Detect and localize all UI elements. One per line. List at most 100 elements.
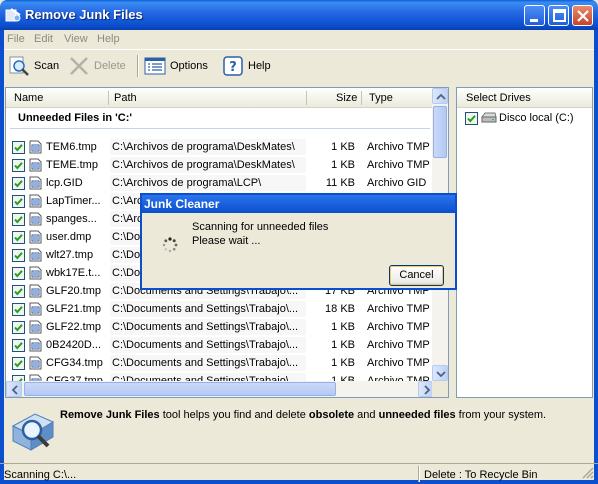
toolbar-separator xyxy=(137,55,139,77)
file-name: GLF21.tmp xyxy=(46,303,102,315)
column-separator[interactable] xyxy=(306,91,307,105)
checkbox-checked-icon[interactable] xyxy=(12,321,25,334)
checkbox-checked-icon[interactable] xyxy=(465,112,478,125)
table-row[interactable]: GLF21.tmp C:\Documents and Settings\Traba… xyxy=(6,300,434,318)
checkbox-checked-icon[interactable] xyxy=(12,213,25,226)
menu-help[interactable]: Help xyxy=(97,33,120,45)
drives-header-label: Select Drives xyxy=(466,92,531,104)
svg-text:?: ? xyxy=(229,60,237,75)
checkbox-checked-icon[interactable] xyxy=(12,231,25,244)
file-icon xyxy=(29,266,42,280)
table-row[interactable]: TEME.tmp C:\Archivos de programa\DeskMate… xyxy=(6,156,434,174)
app-icon xyxy=(5,8,21,22)
file-path: C:\Documents and Settings\Trabajo\... xyxy=(110,355,306,371)
checkbox-checked-icon[interactable] xyxy=(12,267,25,280)
magnifier-icon xyxy=(9,56,29,76)
vertical-scroll-thumb[interactable] xyxy=(433,106,447,158)
info-part: and xyxy=(354,409,379,421)
file-type: Archivo TMP xyxy=(367,141,430,153)
group-divider xyxy=(10,128,430,129)
file-name: GLF22.tmp xyxy=(46,321,102,333)
column-separator[interactable] xyxy=(361,91,362,105)
horizontal-scroll-thumb[interactable] xyxy=(24,382,336,396)
minimize-icon xyxy=(530,19,538,22)
scanning-dialog: Junk Cleaner Scanning for unneeded files… xyxy=(140,193,457,290)
close-button[interactable] xyxy=(572,5,593,26)
status-scanning: Scanning C:\... xyxy=(4,469,77,481)
file-size: 1 KB xyxy=(331,339,355,351)
checkbox-checked-icon[interactable] xyxy=(12,177,25,190)
file-type: Archivo GID xyxy=(367,177,427,189)
chevron-down-icon xyxy=(436,371,446,378)
table-row[interactable]: CFG34.tmp C:\Documents and Settings\Traba… xyxy=(6,354,434,372)
file-icon xyxy=(29,338,42,352)
file-size: 11 KB xyxy=(325,177,355,189)
file-name: GLF20.tmp xyxy=(46,285,102,297)
delete-button[interactable]: Delete xyxy=(68,53,126,79)
junk-files-logo-icon xyxy=(11,413,55,451)
column-separator[interactable] xyxy=(108,91,109,105)
menu-file[interactable]: File xyxy=(7,33,25,45)
file-size: 18 KB xyxy=(325,303,355,315)
table-row[interactable]: GLF22.tmp C:\Documents and Settings\Traba… xyxy=(6,318,434,336)
checkbox-checked-icon[interactable] xyxy=(12,339,25,352)
resize-grip-icon[interactable] xyxy=(582,467,594,479)
info-part: Remove Junk Files xyxy=(60,409,160,421)
menu-edit[interactable]: Edit xyxy=(34,33,53,45)
maximize-icon xyxy=(553,9,566,22)
scrollbar-corner xyxy=(432,381,448,397)
status-bar: Scanning C:\... Delete : To Recycle Bin xyxy=(0,463,598,484)
scroll-left-button[interactable] xyxy=(6,381,22,397)
info-description: Remove Junk Files tool helps you find an… xyxy=(60,409,590,422)
table-row[interactable]: 0B2420D... C:\Documents and Settings\Trab… xyxy=(6,336,434,354)
window-border-left xyxy=(0,30,4,484)
file-icon xyxy=(29,302,42,316)
menu-bar: File Edit View Help xyxy=(4,30,594,48)
status-delete-mode: Delete : To Recycle Bin xyxy=(424,469,538,481)
options-label: Options xyxy=(170,60,208,72)
checkbox-checked-icon[interactable] xyxy=(12,195,25,208)
menu-view[interactable]: View xyxy=(64,33,88,45)
file-name: CFG34.tmp xyxy=(46,357,103,369)
delete-x-icon xyxy=(70,57,88,75)
file-size: 1 KB xyxy=(331,159,355,171)
file-type: Archivo TMP xyxy=(367,159,430,171)
checkbox-checked-icon[interactable] xyxy=(12,285,25,298)
dialog-title: Junk Cleaner xyxy=(144,197,220,211)
checkbox-checked-icon[interactable] xyxy=(12,303,25,316)
options-button[interactable]: Options xyxy=(144,53,208,79)
scroll-down-button[interactable] xyxy=(432,365,448,381)
column-type[interactable]: Type xyxy=(369,92,393,104)
checkbox-checked-icon[interactable] xyxy=(12,141,25,154)
column-size[interactable]: Size xyxy=(336,92,357,104)
table-row[interactable]: TEM6.tmp C:\Archivos de programa\DeskMate… xyxy=(6,138,434,156)
column-name[interactable]: Name xyxy=(14,92,43,104)
horizontal-scrollbar[interactable] xyxy=(6,381,434,397)
chevron-up-icon xyxy=(436,93,446,100)
dialog-message: Scanning for unneeded files xyxy=(192,221,329,233)
column-path[interactable]: Path xyxy=(114,92,137,104)
checkbox-checked-icon[interactable] xyxy=(12,249,25,262)
options-list-icon xyxy=(144,57,166,75)
maximize-button[interactable] xyxy=(548,5,569,26)
file-icon xyxy=(29,248,42,262)
file-icon xyxy=(29,140,42,154)
checkbox-checked-icon[interactable] xyxy=(12,159,25,172)
file-type: Archivo TMP xyxy=(367,339,430,351)
scan-button[interactable]: Scan xyxy=(8,53,59,79)
table-row[interactable]: lcp.GID C:\Archivos de programa\LCP\ 11 KB… xyxy=(6,174,434,192)
scroll-up-button[interactable] xyxy=(432,88,448,104)
file-name: 0B2420D... xyxy=(46,339,102,351)
loading-spinner-icon xyxy=(162,237,178,253)
hard-drive-icon xyxy=(481,112,497,123)
file-name: spanges... xyxy=(46,213,97,225)
file-type: Archivo TMP xyxy=(367,303,430,315)
dialog-title-bar[interactable]: Junk Cleaner xyxy=(142,195,455,213)
checkbox-checked-icon[interactable] xyxy=(12,357,25,370)
help-button[interactable]: ? Help xyxy=(222,53,271,79)
minimize-button[interactable] xyxy=(524,5,545,26)
file-icon xyxy=(29,230,42,244)
cancel-button[interactable]: Cancel xyxy=(389,265,444,286)
title-bar[interactable]: Remove Junk Files xyxy=(0,0,598,30)
file-type: Archivo TMP xyxy=(367,357,430,369)
